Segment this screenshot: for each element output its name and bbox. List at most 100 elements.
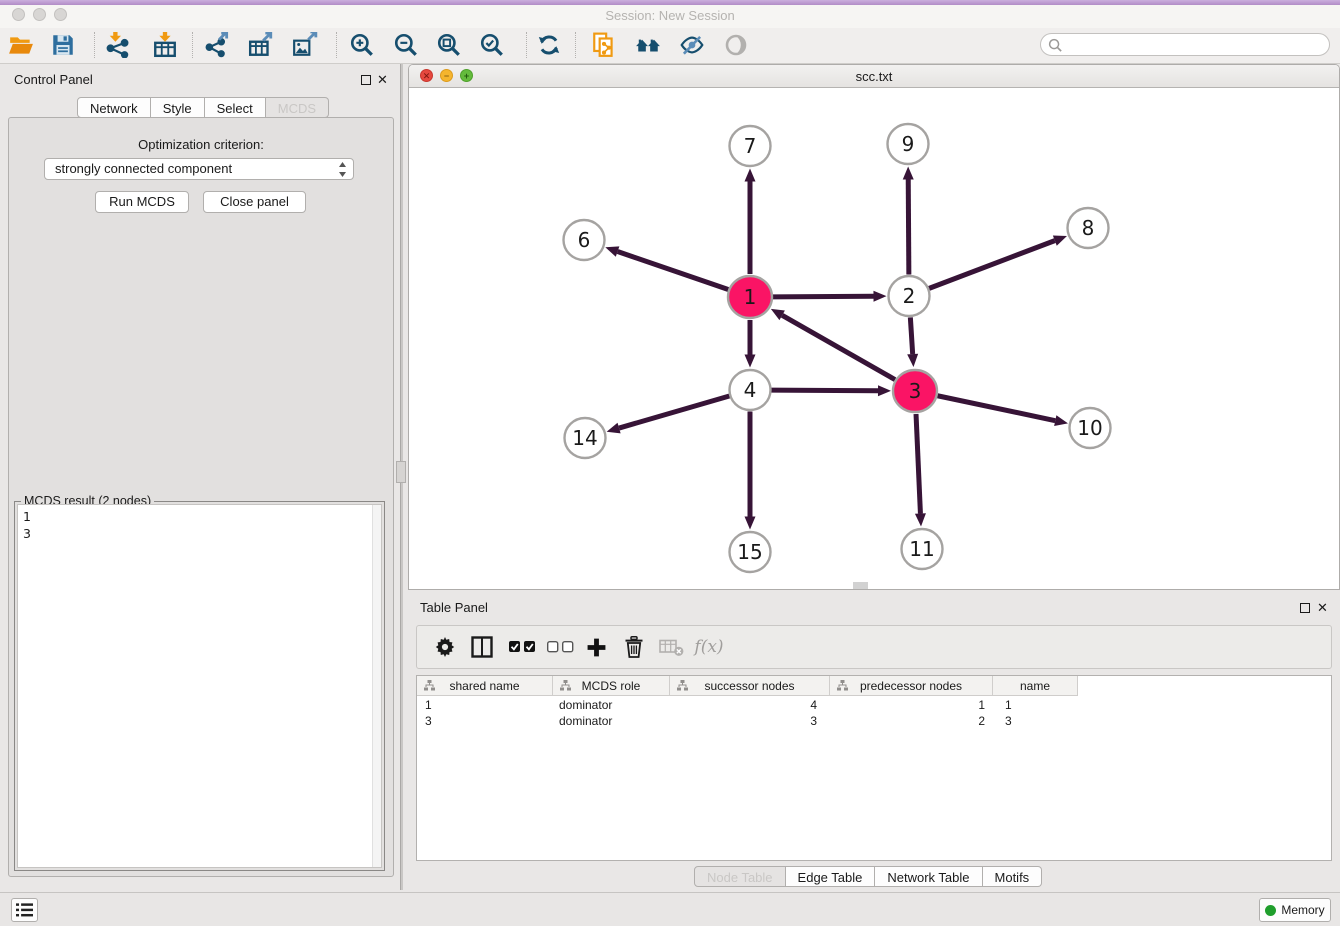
graph-node-11[interactable]: 11	[902, 529, 943, 569]
column-header-mcds-role[interactable]: MCDS role	[553, 676, 670, 695]
memory-button[interactable]: Memory	[1259, 898, 1331, 922]
graph-edge-2-8[interactable]	[929, 235, 1067, 288]
graph-node-14[interactable]: 14	[565, 418, 606, 458]
zoom-in-icon[interactable]	[345, 31, 379, 59]
column-header-shared-name[interactable]: shared name	[417, 676, 553, 695]
delete-column-trash-icon[interactable]	[617, 626, 651, 668]
graph-edge-3-1[interactable]	[771, 309, 895, 380]
select-all-checkboxes-icon[interactable]	[505, 626, 539, 668]
graph-node-7[interactable]: 7	[730, 126, 771, 166]
column-header-predecessor-nodes[interactable]: predecessor nodes	[830, 676, 993, 695]
search-input[interactable]	[1067, 35, 1326, 56]
cell-mcds-role[interactable]: dominator	[553, 713, 670, 729]
cell-predecessor-nodes[interactable]: 1	[830, 697, 993, 713]
network-window-titlebar[interactable]: ✕ − + scc.txt	[409, 65, 1339, 88]
table-panel-title: Table Panel	[420, 600, 488, 615]
tab-edge-table[interactable]: Edge Table	[786, 866, 876, 887]
import-network-icon[interactable]	[100, 31, 134, 59]
tab-style[interactable]: Style	[151, 97, 205, 118]
cell-shared-name[interactable]: 1	[417, 697, 553, 713]
graph-node-1[interactable]: 1	[728, 276, 772, 318]
graph-node-8[interactable]: 8	[1068, 208, 1109, 248]
graph-edge-3-10[interactable]	[938, 396, 1068, 426]
result-line: 3	[23, 525, 31, 542]
refresh-icon[interactable]	[532, 31, 566, 59]
graph-node-3[interactable]: 3	[893, 370, 937, 412]
main-toolbar	[0, 28, 1340, 64]
status-bar: Memory	[0, 892, 1340, 926]
graph-edge-4-3[interactable]	[771, 385, 891, 396]
export-table-icon[interactable]	[244, 31, 278, 59]
task-list-button[interactable]	[11, 898, 38, 922]
titlebar: Session: New Session	[0, 5, 1340, 29]
graph-node-10[interactable]: 10	[1070, 408, 1111, 448]
open-session-icon[interactable]	[4, 31, 38, 59]
criterion-select[interactable]: strongly connected component	[44, 158, 354, 180]
cell-mcds-role[interactable]: dominator	[553, 697, 670, 713]
graph-edge-2-3[interactable]	[907, 317, 918, 367]
search-box[interactable]	[1040, 33, 1330, 56]
graph-node-6[interactable]: 6	[564, 220, 605, 260]
graph-edge-4-14[interactable]	[607, 396, 730, 433]
mcds-result-textarea[interactable]: 13	[17, 504, 382, 868]
graph-edge-3-11[interactable]	[915, 414, 926, 527]
tab-network[interactable]: Network	[77, 97, 151, 118]
export-image-icon[interactable]	[288, 31, 322, 59]
table-header-row: shared nameMCDS rolesuccessor nodesprede…	[417, 676, 1078, 696]
column-header-name[interactable]: name	[993, 676, 1078, 695]
cell-name[interactable]: 3	[993, 713, 1078, 729]
tab-mcds[interactable]: MCDS	[266, 97, 329, 118]
graph-edge-1-6[interactable]	[605, 246, 728, 289]
network-bottom-grip[interactable]	[853, 582, 868, 589]
deselect-all-checkboxes-icon[interactable]	[543, 626, 577, 668]
column-header-successor-nodes[interactable]: successor nodes	[670, 676, 830, 695]
result-scrollbar[interactable]	[372, 505, 381, 867]
control-panel-title: Control Panel	[14, 72, 93, 87]
cell-successor-nodes[interactable]: 4	[670, 697, 830, 713]
table-row[interactable]: 1dominator411	[417, 697, 1078, 713]
cell-shared-name[interactable]: 3	[417, 713, 553, 729]
export-network-icon[interactable]	[201, 31, 235, 59]
graph-node-15[interactable]: 15	[730, 532, 771, 572]
save-session-icon[interactable]	[46, 31, 80, 59]
graph-edge-1-7[interactable]	[745, 169, 756, 275]
delete-table-icon[interactable]	[654, 626, 688, 668]
vertical-splitter-grip[interactable]	[396, 461, 406, 483]
apply-function-icon[interactable]: f(x)	[689, 626, 729, 668]
table-panel-close-icon[interactable]: ✕	[1317, 603, 1328, 613]
search-icon	[1048, 38, 1063, 53]
control-panel-float-icon[interactable]	[361, 75, 371, 85]
tab-motifs[interactable]: Motifs	[983, 866, 1043, 887]
cell-predecessor-nodes[interactable]: 2	[830, 713, 993, 729]
graph-edge-4-15[interactable]	[745, 412, 756, 530]
network-graph-canvas[interactable]: 7 9 6 8 1 2 4 3 14 10 15 11	[409, 87, 1339, 589]
control-panel-close-icon[interactable]: ✕	[377, 75, 388, 85]
show-all-icon[interactable]	[719, 31, 753, 59]
table-row[interactable]: 3dominator323	[417, 713, 1078, 729]
add-column-icon[interactable]	[579, 626, 613, 668]
first-neighbors-icon[interactable]	[631, 31, 665, 59]
graph-node-2[interactable]: 2	[889, 276, 930, 316]
table-options-gear-icon[interactable]	[428, 626, 462, 668]
hide-selected-icon[interactable]	[675, 31, 709, 59]
tab-network-table[interactable]: Network Table	[875, 866, 982, 887]
cell-name[interactable]: 1	[993, 697, 1078, 713]
run-mcds-button[interactable]: Run MCDS	[95, 191, 189, 213]
graph-node-4[interactable]: 4	[730, 370, 771, 410]
import-table-icon[interactable]	[148, 31, 182, 59]
zoom-selected-icon[interactable]	[475, 31, 509, 59]
tab-select[interactable]: Select	[205, 97, 266, 118]
column-view-icon[interactable]	[465, 626, 499, 668]
close-panel-button[interactable]: Close panel	[203, 191, 306, 213]
graph-edge-1-4[interactable]	[745, 320, 756, 368]
tab-node-table[interactable]: Node Table	[694, 866, 786, 887]
graph-edge-2-9[interactable]	[903, 166, 914, 274]
zoom-fit-icon[interactable]	[432, 31, 466, 59]
graph-edge-1-2[interactable]	[773, 291, 887, 302]
memory-button-label: Memory	[1281, 903, 1324, 917]
table-panel-float-icon[interactable]	[1300, 603, 1310, 613]
cell-successor-nodes[interactable]: 3	[670, 713, 830, 729]
new-network-from-selection-icon[interactable]	[587, 31, 621, 59]
graph-node-9[interactable]: 9	[888, 124, 929, 164]
zoom-out-icon[interactable]	[389, 31, 423, 59]
